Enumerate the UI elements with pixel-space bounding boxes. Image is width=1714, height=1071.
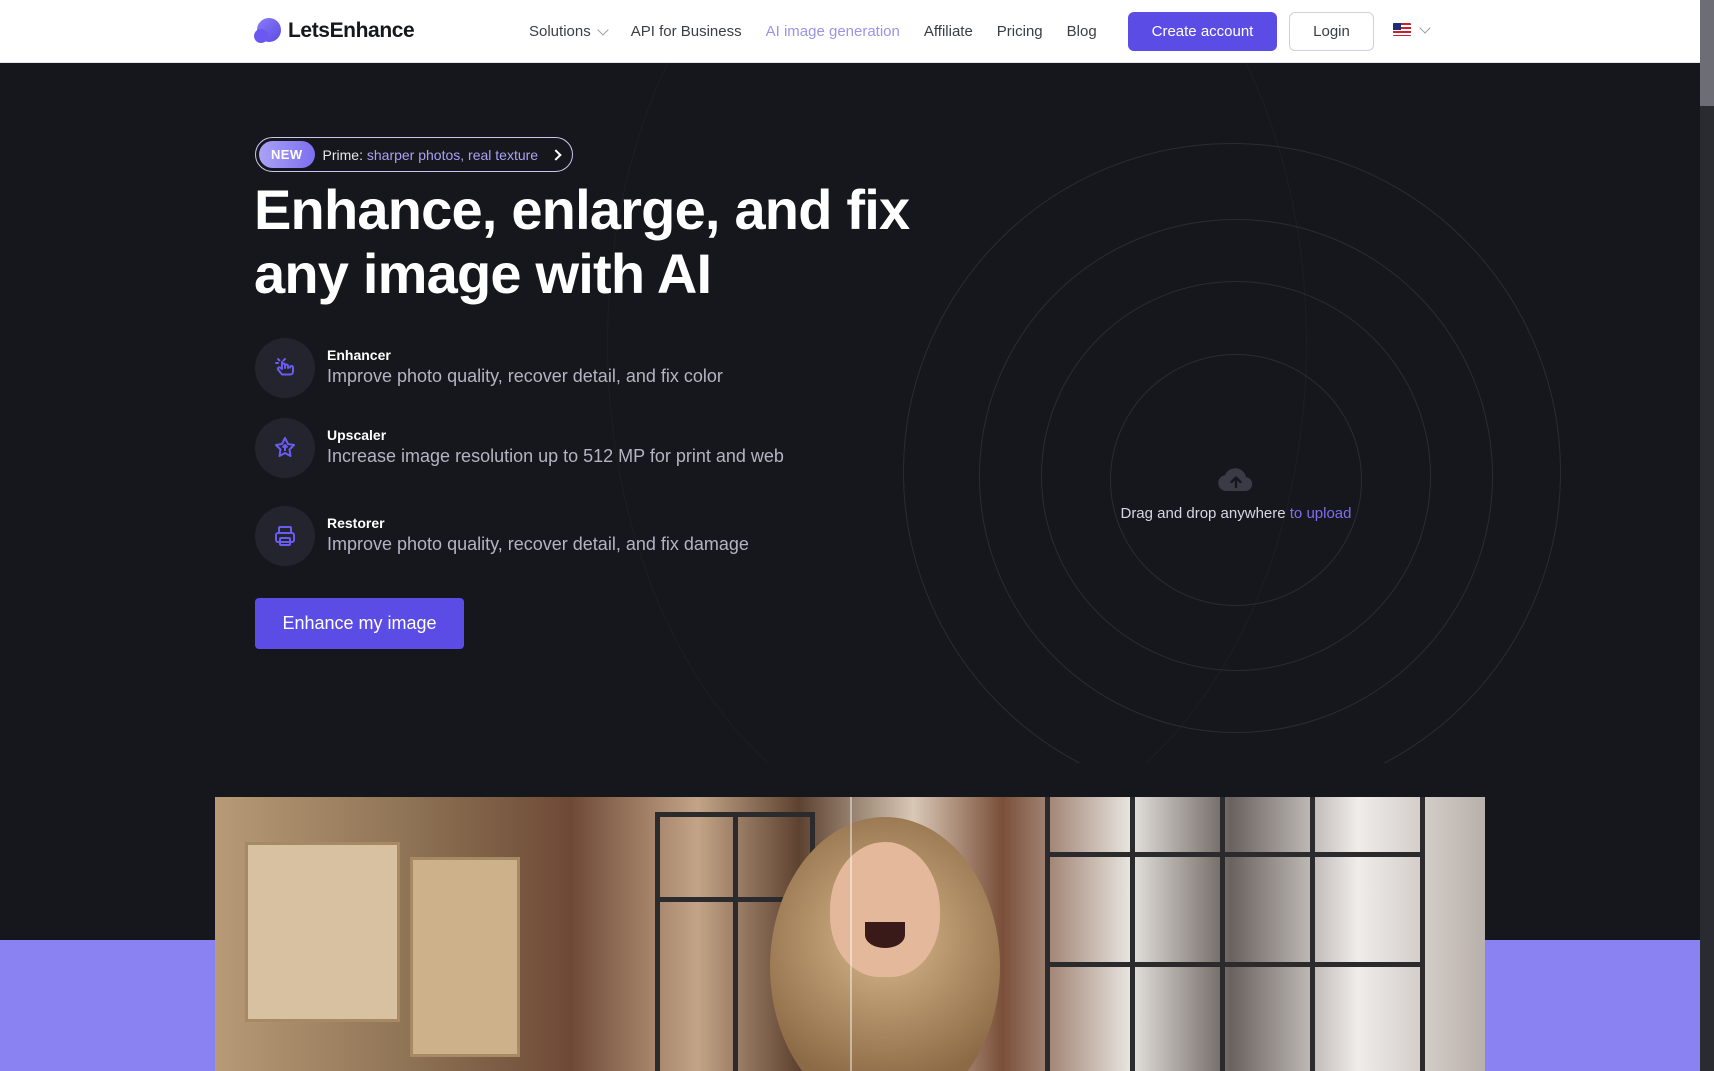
- announcement-badge[interactable]: NEW Prime: sharper photos, real texture: [255, 137, 574, 172]
- magic-touch-icon: [255, 338, 315, 398]
- feature-upscaler: Upscaler Increase image resolution up to…: [255, 418, 807, 478]
- create-account-button[interactable]: Create account: [1128, 12, 1277, 51]
- nav-item-label: AI image generation: [765, 23, 900, 40]
- language-selector[interactable]: [1393, 21, 1431, 36]
- star-upscale-icon: [255, 418, 315, 478]
- upload-link[interactable]: to upload: [1290, 505, 1352, 522]
- scrollbar-thumb[interactable]: [1700, 0, 1714, 106]
- canvas-board: [245, 842, 400, 1022]
- chevron-right-icon: [550, 148, 562, 161]
- nav-item-label: Affiliate: [923, 23, 973, 40]
- hero-headline: Enhance, enlarge, and fix any image with…: [254, 178, 910, 305]
- window-frame: [1045, 797, 1425, 1071]
- nav-item-blog[interactable]: Blog: [1067, 23, 1097, 40]
- person-mouth: [865, 922, 905, 948]
- feature-enhancer: Enhancer Improve photo quality, recover …: [255, 338, 807, 398]
- nav-links: Solutions API for Business AI image gene…: [529, 0, 1121, 63]
- feature-description: Improve photo quality, recover detail, a…: [327, 534, 749, 554]
- feature-title: Restorer: [327, 515, 385, 531]
- us-flag-icon: [1393, 23, 1411, 36]
- chevron-down-icon: [1419, 21, 1431, 34]
- nav-item-api-for-business[interactable]: API for Business: [631, 23, 742, 40]
- decorative-rings: [0, 63, 1700, 763]
- badge-highlight: sharper photos, real texture: [366, 146, 539, 163]
- brand-name: LetsEnhance: [288, 18, 415, 42]
- nav-item-solutions[interactable]: Solutions: [529, 23, 609, 40]
- brand-logo[interactable]: LetsEnhance: [254, 17, 415, 44]
- nav-item-ai-image-generation[interactable]: AI image generation: [766, 23, 900, 40]
- chevron-down-icon: [597, 23, 609, 36]
- nav-item-label: Blog: [1066, 23, 1097, 40]
- enhance-my-image-button[interactable]: Enhance my image: [255, 598, 464, 649]
- login-button[interactable]: Login: [1289, 12, 1374, 51]
- person-face: [830, 842, 940, 977]
- badge-text: Prime: sharper photos, real texture: [323, 147, 539, 163]
- upload-label: Drag and drop anywhere: [1120, 505, 1290, 522]
- cloud-upload-icon: [1216, 465, 1256, 495]
- page-scrollbar[interactable]: [1700, 0, 1714, 1071]
- badge-prefix: Prime:: [322, 146, 367, 163]
- nav-item-pricing[interactable]: Pricing: [997, 23, 1043, 40]
- nav-item-label: API for Business: [630, 23, 742, 40]
- feature-description: Improve photo quality, recover detail, a…: [327, 366, 723, 386]
- upload-text: Drag and drop anywhere to upload: [1096, 505, 1376, 522]
- canvas-board: [410, 857, 520, 1057]
- nav-item-label: Solutions: [529, 23, 591, 40]
- comparison-slider[interactable]: [850, 797, 852, 1071]
- feature-restorer: Restorer Improve photo quality, recover …: [255, 506, 807, 566]
- new-tag: NEW: [259, 141, 315, 168]
- upload-dropzone[interactable]: Drag and drop anywhere to upload: [1096, 465, 1376, 522]
- feature-title: Upscaler: [327, 427, 387, 443]
- nav-item-affiliate[interactable]: Affiliate: [924, 23, 973, 40]
- restore-icon: [255, 506, 315, 566]
- nav-item-label: Pricing: [996, 23, 1043, 40]
- logo-icon: [254, 17, 281, 44]
- feature-description: Increase image resolution up to 512 MP f…: [327, 446, 784, 466]
- top-nav: LetsEnhance Solutions API for Business A…: [0, 0, 1700, 63]
- feature-title: Enhancer: [327, 347, 391, 363]
